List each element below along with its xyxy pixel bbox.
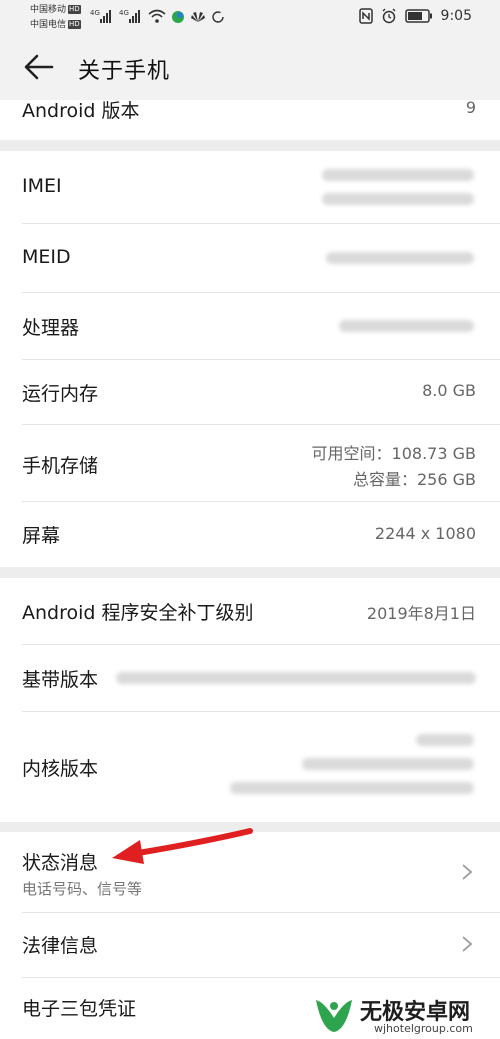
meid-value-redacted: [326, 252, 474, 264]
storage-row: 手机存储 可用空间：108.73 GB 总容量：256 GB: [0, 425, 500, 501]
sync-icon: [212, 11, 224, 23]
chevron-right-icon: [462, 864, 473, 880]
status-bar: 中国移动 HD 中国电信 HD 4G 4G 9:05: [0, 0, 500, 36]
security-patch-label: Android 程序安全补丁级别: [22, 602, 254, 624]
hd-badge-1: HD: [68, 5, 81, 14]
nfc-icon: [358, 8, 373, 24]
baseband-row: 基带版本: [0, 645, 500, 711]
kernel-label: 内核版本: [22, 758, 99, 780]
status-right: 9:05: [358, 8, 472, 24]
storage-label: 手机存储: [22, 455, 99, 477]
imei-label: IMEI: [22, 175, 62, 197]
storage-total: 总容量：256 GB: [352, 470, 476, 489]
kernel-value-redacted-3: [230, 782, 474, 794]
carrier-info: 中国移动 HD 中国电信 HD: [30, 3, 81, 33]
android-version-label: Android 版本: [22, 100, 140, 122]
software-card: Android 程序安全补丁级别 2019年8月1日 基带版本 内核版本: [0, 578, 500, 822]
meid-row: MEID: [0, 224, 500, 292]
net-type-1: 4G: [90, 9, 100, 17]
huawei-icon: [191, 12, 205, 22]
kernel-value-redacted-2: [302, 758, 474, 770]
android-version-row: Android 版本 9: [0, 100, 500, 140]
legal-info-item[interactable]: 法律信息: [0, 913, 500, 977]
back-arrow-icon[interactable]: [22, 50, 56, 84]
ram-value: 8.0 GB: [422, 381, 476, 400]
battery-icon: [404, 9, 432, 23]
storage-available: 可用空间：108.73 GB: [311, 444, 476, 463]
imei-row: IMEI: [0, 151, 500, 223]
security-patch-row: Android 程序安全补丁级别 2019年8月1日: [0, 578, 500, 644]
app-notification-icon: [172, 11, 184, 23]
chevron-right-icon: [462, 936, 473, 952]
processor-row: 处理器: [0, 293, 500, 359]
carrier-2: 中国电信: [30, 20, 67, 30]
annotation-arrow-icon: [112, 828, 253, 864]
baseband-value-redacted: [116, 672, 476, 684]
warranty-label: 电子三包凭证: [22, 998, 137, 1020]
kernel-row: 内核版本: [0, 712, 500, 822]
app-bar: 关于手机: [0, 36, 500, 100]
signal-2-icon: 4G: [119, 9, 140, 23]
alarm-icon: [382, 8, 396, 24]
page-title: 关于手机: [78, 59, 171, 84]
wifi-icon: [148, 9, 166, 23]
screen-value: 2244 x 1080: [374, 524, 476, 543]
processor-value-redacted: [339, 320, 474, 332]
screen-label: 屏幕: [22, 525, 61, 547]
status-info-sub: 电话号码、信号等: [22, 880, 143, 898]
imei-value-redacted: [322, 169, 474, 181]
signal-1-icon: 4G: [90, 9, 111, 23]
imei-value-redacted-2: [322, 193, 474, 205]
net-type-2: 4G: [119, 9, 129, 17]
processor-label: 处理器: [22, 317, 80, 339]
watermark-url: wjhotelgroup.com: [374, 1022, 473, 1035]
android-version-card: Android 版本 9: [0, 100, 500, 140]
watermark: 无极安卓网 wjhotelgroup.com: [312, 992, 497, 1038]
hd-badge-2: HD: [68, 20, 81, 29]
watermark-logo-icon: [316, 1000, 352, 1032]
screen-row: 屏幕 2244 x 1080: [0, 502, 500, 567]
status-info-label: 状态消息: [22, 852, 99, 874]
hardware-card: IMEI MEID 处理器 运行内存 8.0 GB 手机存储 可用空间：108.…: [0, 151, 500, 567]
ram-label: 运行内存: [22, 383, 99, 405]
baseband-label: 基带版本: [22, 669, 99, 691]
security-patch-value: 2019年8月1日: [366, 604, 476, 623]
status-time: 9:05: [440, 8, 472, 24]
network-icons: 4G 4G: [90, 8, 225, 24]
kernel-value-redacted-1: [416, 734, 474, 746]
legal-info-label: 法律信息: [22, 935, 99, 957]
ram-row: 运行内存 8.0 GB: [0, 360, 500, 424]
meid-label: MEID: [22, 246, 71, 268]
carrier-1: 中国移动: [30, 5, 67, 15]
android-version-value: 9: [465, 100, 476, 117]
